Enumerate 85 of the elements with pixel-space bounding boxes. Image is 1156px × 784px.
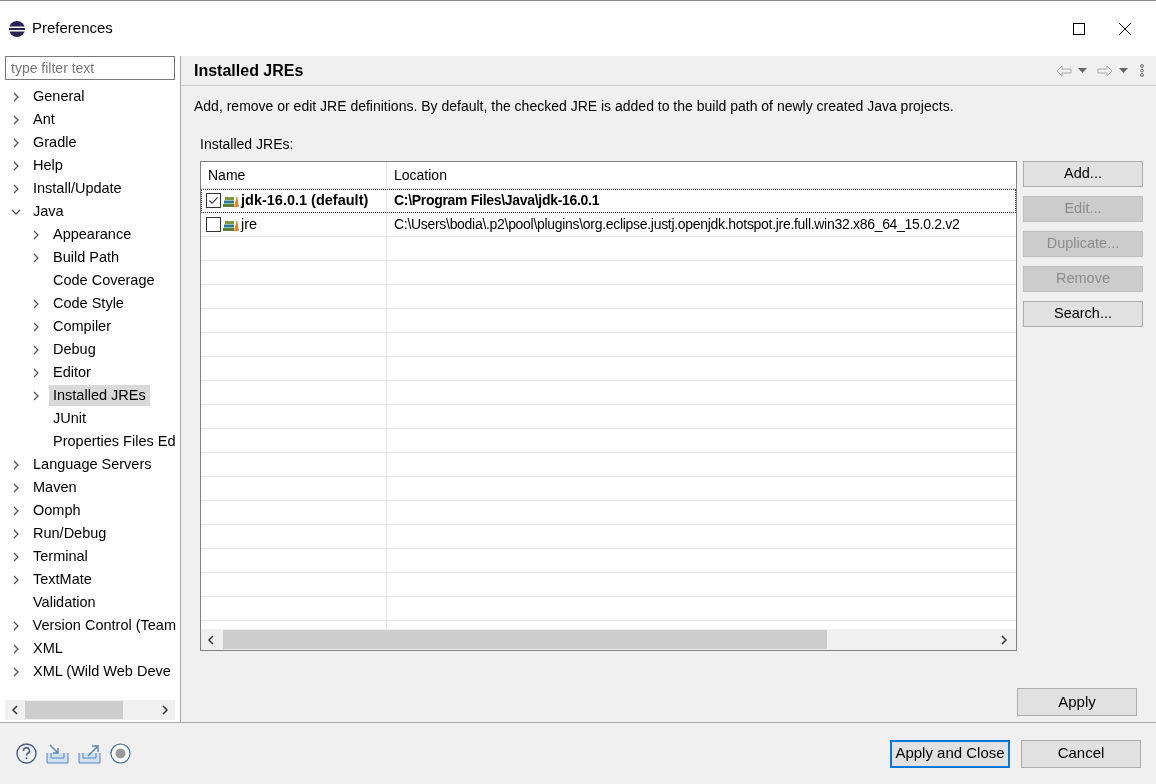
more-options-icon[interactable] <box>1140 64 1144 77</box>
scroll-left-icon[interactable] <box>11 705 19 715</box>
apply-button[interactable]: Apply <box>1017 688 1137 716</box>
chevron-right-icon[interactable] <box>31 252 41 263</box>
tree-item[interactable]: Compiler <box>49 316 115 337</box>
chevron-right-icon[interactable] <box>11 91 21 102</box>
table-label: Installed JREs: <box>200 135 295 154</box>
tree-item[interactable]: Editor <box>49 362 95 383</box>
chevron-right-icon[interactable] <box>31 390 41 401</box>
chevron-right-icon[interactable] <box>11 666 21 677</box>
tree-item[interactable]: Ant <box>29 109 59 130</box>
tree-item[interactable]: Run/Debug <box>29 523 111 544</box>
tree-item[interactable]: Help <box>29 155 67 176</box>
chevron-right-icon[interactable] <box>31 344 41 355</box>
tree-item[interactable]: Version Control (Team <box>28 615 180 636</box>
checkbox[interactable] <box>206 217 221 232</box>
chevron-right-icon[interactable] <box>11 114 21 125</box>
horizontal-scrollbar[interactable] <box>5 700 175 720</box>
chevron-right-icon[interactable] <box>31 229 41 240</box>
chevron-right-icon[interactable] <box>11 183 21 194</box>
chevron-right-icon[interactable] <box>11 482 21 493</box>
tree-item[interactable]: Properties Files Ed <box>49 431 180 452</box>
dialog-button[interactable]: Cancel <box>1021 739 1141 768</box>
window-title: Preferences <box>32 18 113 39</box>
chevron-right-icon[interactable] <box>31 298 41 309</box>
tree-item[interactable]: Java <box>29 201 68 222</box>
scrollbar-thumb[interactable] <box>25 701 123 719</box>
checkmark-icon <box>208 195 219 206</box>
chevron-right-icon[interactable] <box>11 643 21 654</box>
column-header[interactable]: Location <box>387 162 1016 188</box>
app-logo-icon <box>8 19 26 38</box>
chevron-right-icon[interactable] <box>11 505 21 516</box>
filter-field[interactable]: type filter text <box>5 56 175 80</box>
tree-item[interactable]: Build Path <box>49 247 124 268</box>
table-row[interactable]: jre C:\Users\bodia\.p2\pool\plugins\org.eclipse.justj.openjdk.hotspot.jre.full.win32.x86_64_15.0.2.v2 <box>201 213 1016 237</box>
tree-item[interactable]: Code Coverage <box>49 270 159 291</box>
tree-item[interactable]: Language Servers <box>29 454 156 475</box>
tree-item[interactable]: Install/Update <box>29 178 126 199</box>
tree-item[interactable]: Appearance <box>49 224 136 245</box>
maximize-icon <box>1073 22 1085 35</box>
chevron-right-icon[interactable] <box>11 574 21 585</box>
chevron-right-icon[interactable] <box>11 459 21 470</box>
table-cell-text: C:\Program Files\Java\jdk-16.0.1 <box>393 191 601 210</box>
chevron-right-icon[interactable] <box>31 321 41 332</box>
table-cell-text: jre <box>241 214 258 234</box>
horizontal-scrollbar[interactable] <box>201 629 1016 650</box>
tree-item[interactable]: Terminal <box>29 546 92 567</box>
tree-item[interactable]: TextMate <box>29 569 96 590</box>
table-cell-text: C:\Users\bodia\.p2\pool\plugins\org.eclipse.justj.openjdk.hotspot.jre.full.win32.x86_64_15.0.2.v2 <box>393 215 961 234</box>
side-button[interactable]: Search... <box>1023 301 1143 327</box>
tree-item[interactable]: Installed JREs <box>49 385 150 406</box>
side-button[interactable]: Add... <box>1023 161 1143 187</box>
page-title: Installed JREs <box>194 60 304 81</box>
tree-item[interactable]: JUnit <box>49 408 91 429</box>
chevron-right-icon[interactable] <box>11 137 21 148</box>
scroll-right-icon[interactable] <box>161 705 169 715</box>
tree-item[interactable]: General <box>29 86 89 107</box>
description-text: Add, remove or edit JRE definitions. By default, the checked JRE is added to the build path of newly created Java projects. <box>194 97 955 116</box>
table-row[interactable]: jdk-16.0.1 (default) C:\Program Files\Java\jdk-16.0.1 <box>201 189 1016 213</box>
help-icon[interactable] <box>16 743 37 764</box>
dialog-button[interactable]: Apply and Close <box>890 739 1010 768</box>
checkbox[interactable] <box>206 193 221 208</box>
tree-item[interactable]: XML <box>29 638 67 659</box>
record-icon[interactable] <box>110 743 131 764</box>
tree-item[interactable]: Gradle <box>29 132 81 153</box>
tree-item[interactable]: Debug <box>49 339 100 360</box>
tree-item[interactable]: Maven <box>29 477 81 498</box>
tree-item[interactable]: XML (Wild Web Deve <box>29 661 175 682</box>
import-icon[interactable] <box>46 743 69 764</box>
tree-item[interactable]: Oomph <box>29 500 85 521</box>
dropdown-icon[interactable] <box>1119 68 1128 73</box>
column-header[interactable]: Name <box>201 162 387 188</box>
tree-item[interactable]: Code Style <box>49 293 128 314</box>
chevron-right-icon[interactable] <box>31 367 41 378</box>
scroll-left-icon[interactable] <box>207 634 215 645</box>
chevron-right-icon[interactable] <box>11 551 21 562</box>
dropdown-icon[interactable] <box>1078 68 1087 73</box>
chevron-right-icon[interactable] <box>11 528 21 539</box>
export-icon[interactable] <box>78 743 101 764</box>
scrollbar-thumb[interactable] <box>223 630 827 649</box>
close-icon <box>1119 22 1131 35</box>
chevron-right-icon[interactable] <box>11 160 21 171</box>
scroll-right-icon[interactable] <box>1000 634 1008 645</box>
table-cell-text: jdk-16.0.1 (default) <box>241 190 369 210</box>
tree-item[interactable]: Validation <box>29 592 100 613</box>
